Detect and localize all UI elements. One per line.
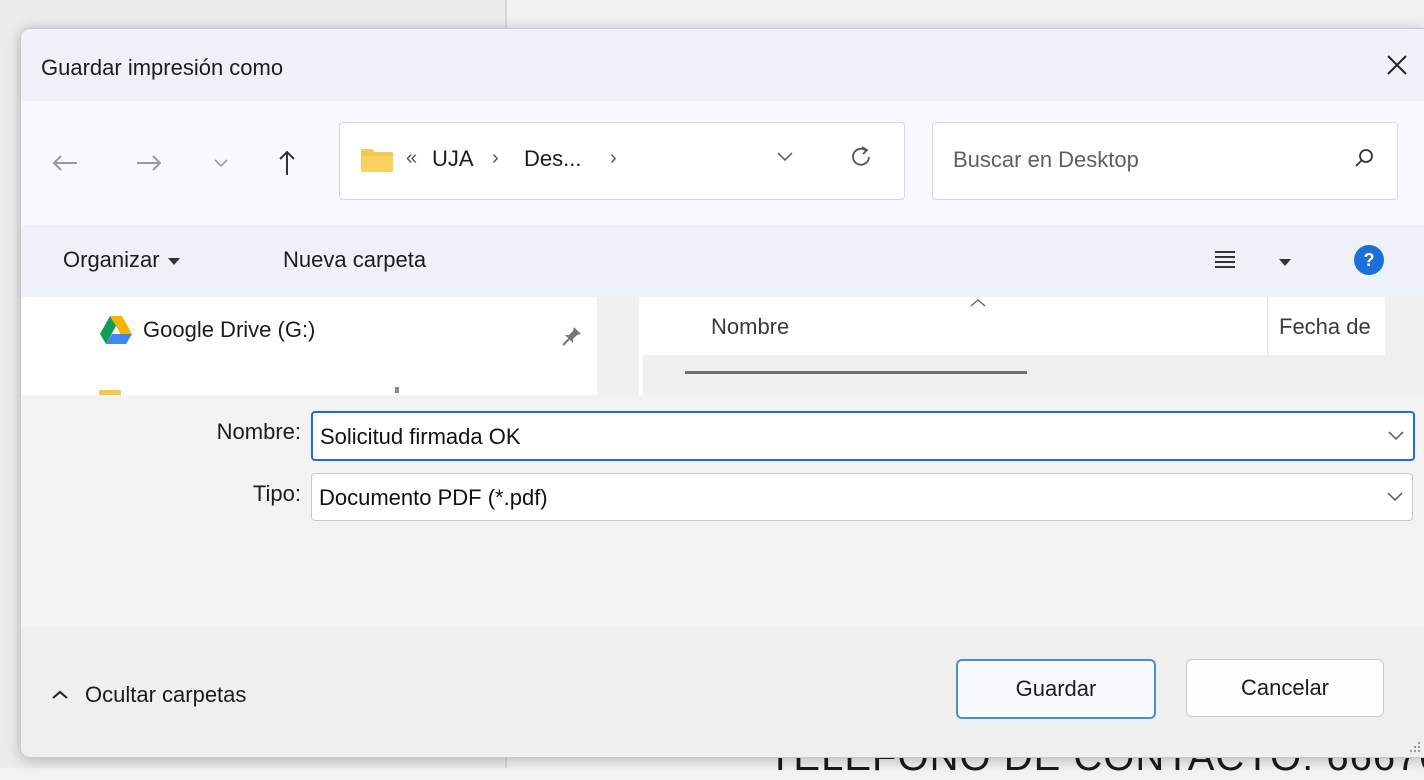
pin-icon — [562, 327, 581, 346]
up-button[interactable] — [269, 145, 305, 181]
file-list-scrollbar[interactable] — [1385, 297, 1424, 395]
nav-item-partial-text — [395, 387, 399, 393]
nav-item-label: Google Drive (G:) — [143, 317, 316, 342]
new-folder-button[interactable]: Nueva carpeta — [283, 247, 426, 273]
file-name-input[interactable]: Solicitud firmada OK — [311, 411, 1415, 461]
hide-folders-label: Ocultar carpetas — [85, 682, 247, 707]
save-form: Nombre: Solicitud firmada OK Tipo: Docum… — [21, 395, 1424, 627]
save-button[interactable]: Guardar — [956, 659, 1156, 719]
dialog-title: Guardar impresión como — [41, 55, 284, 80]
file-row-placeholder — [685, 371, 1027, 374]
dialog-footer: Ocultar carpetas Guardar Cancelar — [21, 627, 1424, 757]
browser-content: Google Drive (G:) Nombre Fecha de — [21, 297, 1424, 396]
recent-locations-button[interactable] — [203, 145, 239, 181]
arrow-right-icon — [137, 155, 162, 171]
help-button[interactable]: ? — [1354, 245, 1384, 275]
file-list-row[interactable] — [643, 355, 1385, 395]
file-type-select[interactable]: Documento PDF (*.pdf) — [311, 473, 1413, 521]
breadcrumb-item-uja[interactable]: UJA — [432, 146, 474, 172]
folder-icon — [361, 149, 393, 172]
search-icon — [1355, 149, 1373, 167]
address-bar[interactable]: « UJA › Des... › — [339, 122, 905, 200]
organize-label: Organizar — [63, 247, 160, 272]
file-type-label: Tipo: — [252, 481, 301, 506]
refresh-icon[interactable] — [848, 144, 874, 170]
cancel-button[interactable]: Cancelar — [1186, 659, 1384, 717]
search-placeholder: Buscar en Desktop — [953, 147, 1139, 172]
google-drive-icon — [100, 316, 132, 344]
breadcrumb-chevron[interactable]: › — [610, 147, 617, 170]
chevron-down-icon — [214, 159, 228, 168]
nav-item-google-drive[interactable]: Google Drive (G:) — [99, 315, 315, 345]
close-icon — [1387, 55, 1407, 75]
navigation-bar: « UJA › Des... › Buscar en Desktop — [21, 101, 1424, 225]
search-box[interactable]: Buscar en Desktop — [932, 122, 1398, 200]
arrow-up-icon — [279, 150, 295, 175]
forward-button[interactable] — [131, 145, 167, 181]
organize-menu-button[interactable]: Organizar — [63, 247, 180, 273]
close-button[interactable] — [1375, 43, 1419, 87]
arrow-left-icon — [52, 155, 77, 171]
file-name-value: Solicitud firmada OK — [320, 424, 521, 449]
view-options-caret-icon[interactable] — [1279, 259, 1291, 266]
chevron-up-icon — [52, 690, 68, 699]
breadcrumb-item-desktop[interactable]: Des... — [524, 146, 581, 172]
dialog-titlebar: Guardar impresión como — [21, 29, 1424, 101]
back-button[interactable] — [47, 145, 83, 181]
column-header-date[interactable]: Fecha de — [1279, 314, 1371, 340]
hide-folders-toggle[interactable]: Ocultar carpetas — [51, 682, 246, 708]
breadcrumb-chevron[interactable]: › — [492, 147, 499, 170]
resize-grip-icon[interactable] — [1409, 741, 1421, 753]
caret-down-icon — [167, 257, 180, 265]
file-type-value: Documento PDF (*.pdf) — [319, 485, 548, 510]
chevron-down-icon[interactable] — [1387, 428, 1405, 442]
navigation-pane: Google Drive (G:) — [21, 297, 597, 396]
file-name-label: Nombre: — [216, 419, 301, 444]
save-as-dialog: Guardar impresión como « UJA › Des... › … — [20, 28, 1424, 758]
file-list: Nombre Fecha de — [639, 297, 1424, 395]
breadcrumb-overflow[interactable]: « — [406, 147, 417, 170]
column-header-name[interactable]: Nombre — [711, 314, 789, 340]
command-toolbar: Organizar Nueva carpeta ? — [21, 225, 1424, 297]
sort-ascending-icon — [970, 299, 986, 307]
view-list-icon[interactable] — [1213, 247, 1237, 271]
navigation-pane-scrollbar[interactable] — [597, 297, 639, 395]
chevron-down-icon — [1387, 492, 1403, 502]
column-divider[interactable] — [1267, 297, 1268, 355]
address-dropdown-icon[interactable] — [776, 149, 794, 163]
